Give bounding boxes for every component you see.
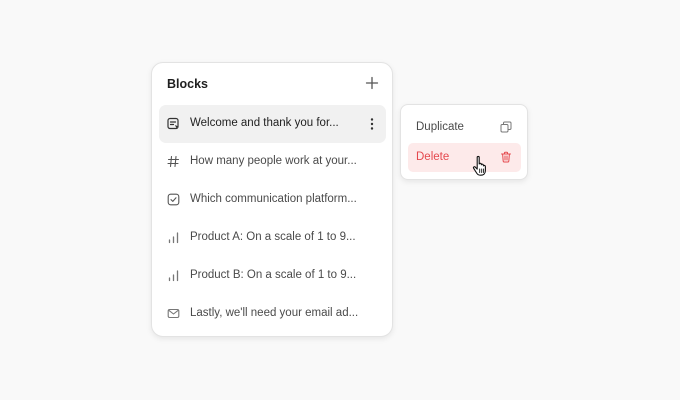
block-item-label: Product A: On a scale of 1 to 9... bbox=[190, 231, 356, 243]
more-options-button[interactable] bbox=[366, 116, 378, 132]
canvas: Blocks Welcome and thank you for... How … bbox=[0, 0, 680, 400]
add-block-button[interactable] bbox=[364, 75, 380, 91]
bar-chart-icon bbox=[167, 231, 180, 244]
delete-label: Delete bbox=[416, 151, 450, 163]
duplicate-menu-item[interactable]: Duplicate bbox=[408, 113, 521, 142]
blocks-panel: Blocks Welcome and thank you for... How … bbox=[151, 62, 393, 337]
block-item-email[interactable]: Lastly, we'll need your email ad... bbox=[159, 295, 386, 333]
block-item-label: Product B: On a scale of 1 to 9... bbox=[190, 269, 357, 281]
block-item-company-size[interactable]: How many people work at your... bbox=[159, 143, 386, 181]
welcome-screen-icon bbox=[167, 117, 180, 130]
delete-menu-item[interactable]: Delete bbox=[408, 143, 521, 172]
panel-title: Blocks bbox=[167, 77, 208, 91]
block-item-welcome[interactable]: Welcome and thank you for... bbox=[159, 105, 386, 143]
block-item-label: Welcome and thank you for... bbox=[190, 117, 339, 129]
context-menu: Duplicate Delete bbox=[400, 104, 528, 180]
block-item-product-b[interactable]: Product B: On a scale of 1 to 9... bbox=[159, 257, 386, 295]
checkbox-icon bbox=[167, 193, 180, 206]
block-item-product-a[interactable]: Product A: On a scale of 1 to 9... bbox=[159, 219, 386, 257]
duplicate-label: Duplicate bbox=[416, 121, 464, 133]
block-item-label: How many people work at your... bbox=[190, 155, 357, 167]
more-vertical-icon bbox=[370, 118, 374, 130]
block-item-label: Which communication platform... bbox=[190, 193, 357, 205]
block-item-communication[interactable]: Which communication platform... bbox=[159, 181, 386, 219]
mail-icon bbox=[167, 307, 180, 320]
panel-header: Blocks bbox=[152, 63, 392, 105]
bar-chart-icon bbox=[167, 269, 180, 282]
copy-icon bbox=[500, 121, 512, 133]
hash-icon bbox=[167, 155, 180, 168]
trash-icon bbox=[500, 151, 512, 163]
block-item-label: Lastly, we'll need your email ad... bbox=[190, 307, 359, 319]
plus-icon bbox=[365, 76, 379, 90]
block-list: Welcome and thank you for... How many pe… bbox=[159, 105, 386, 333]
